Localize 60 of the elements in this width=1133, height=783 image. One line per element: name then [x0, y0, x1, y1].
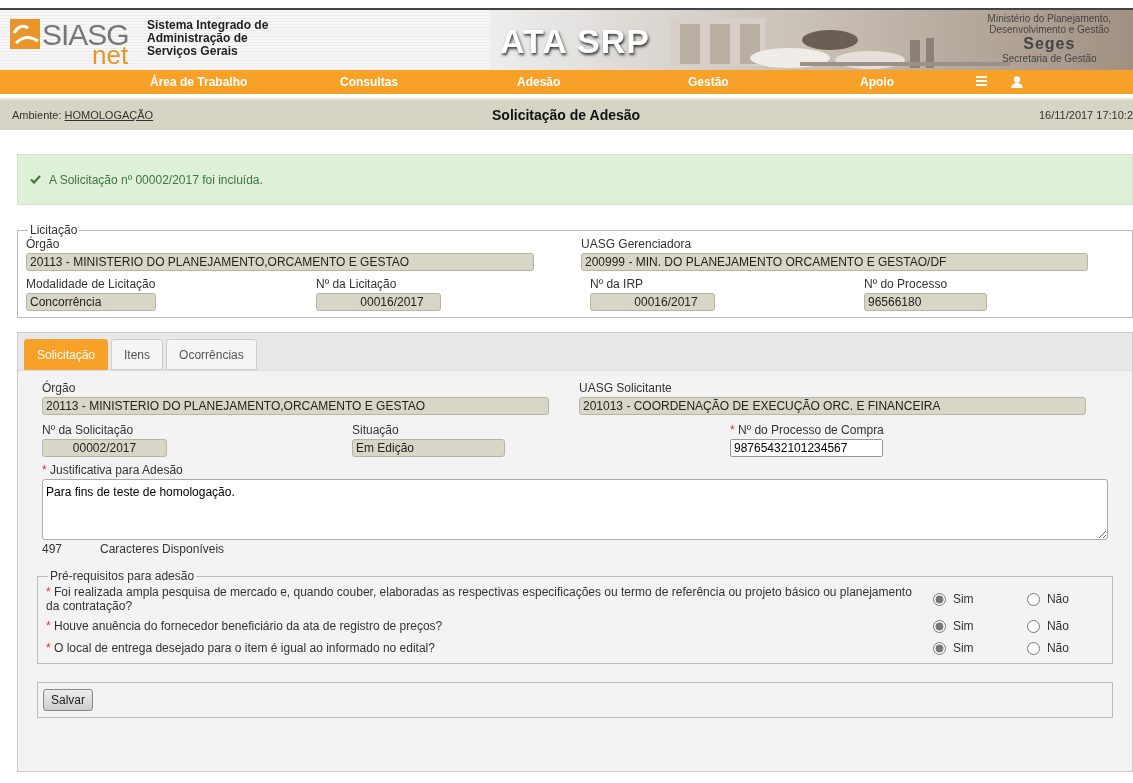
check-icon: [30, 175, 41, 184]
field-label: UASG Solicitante: [579, 381, 672, 395]
counter-label: Caracteres Disponíveis: [100, 543, 225, 555]
readonly-field: 20113 - MINISTERIO DO PLANEJAMENTO,ORCAMENTO E GESTAO: [42, 397, 549, 415]
readonly-field: 201013 - COORDENAÇÃO DE EXECUÇÃO ORC. E FINANCEIRA: [579, 397, 1086, 415]
datetime: 16/11/2017 17:10:2: [1039, 107, 1133, 123]
menu-icon[interactable]: [976, 76, 987, 86]
field-label: Nº da Licitação: [316, 277, 398, 291]
radio-label: Sim: [952, 618, 974, 635]
environment-label: Ambiente:: [12, 108, 62, 121]
radio-label: Não: [1046, 618, 1069, 635]
field-label: Situação: [352, 423, 399, 437]
character-count: 497: [42, 543, 64, 555]
readonly-field: 96566180: [864, 293, 987, 311]
text-area[interactable]: Para fins de teste de homologação.: [42, 479, 1108, 540]
question-text: * O local de entrega desejado para o item é igual ao informado no edital?: [46, 641, 436, 655]
radio-button[interactable]: [932, 619, 946, 633]
radio-button[interactable]: [1026, 592, 1040, 606]
ministry-name: Ministério do Planejamento, Desenvolvimento e Gestão: [987, 13, 1111, 35]
field-label: UASG Gerenciadora: [581, 237, 693, 251]
radio-label: Sim: [952, 640, 974, 657]
radio-button[interactable]: [1026, 619, 1040, 633]
readonly-field: 20113 - MINISTERIO DO PLANEJAMENTO,ORCAMENTO E GESTAO: [26, 253, 534, 271]
field-label: * Justificativa para Adesão: [42, 463, 183, 477]
field-label: Órgão: [42, 381, 76, 395]
text-field[interactable]: 98765432101234567: [730, 439, 883, 457]
environment-link[interactable]: HOMOLOGAÇÃO: [64, 108, 154, 121]
field-label: Modalidade de Licitação: [26, 277, 157, 291]
save-button[interactable]: Salvar: [43, 689, 93, 711]
readonly-field: 00016/2017: [316, 293, 441, 311]
field-label: Nº da IRP: [590, 277, 645, 291]
page-title: Solicitação de Adesão: [492, 106, 641, 123]
radio-label: Não: [1046, 591, 1069, 608]
radio-button[interactable]: [932, 641, 946, 655]
readonly-field: 200999 - MIN. DO PLANEJAMENTO ORCAMENTO E GESTAO/DF: [581, 253, 1088, 271]
user-icon[interactable]: [1011, 76, 1023, 88]
readonly-field: 00016/2017: [590, 293, 715, 311]
field-label: * Nº do Processo de Compra: [730, 423, 884, 437]
readonly-field: Concorrência: [26, 293, 156, 311]
question-text: * Foi realizada ampla pesquisa de mercado e, quando couber, elaboradas as respectivas especificações ou termo de referência ou projeto básico ou planejamento da contratação?: [46, 585, 913, 613]
tab[interactable]: Ocorrências: [166, 339, 257, 370]
field-label: Nº do Processo: [864, 277, 949, 291]
field-label: Órgão: [26, 237, 60, 251]
readonly-field: Em Edição: [352, 439, 505, 457]
field-label: Nº da Solicitação: [42, 423, 134, 437]
alert-message: A Solicitação nº 00002/2017 foi incluída.: [49, 171, 263, 189]
unit-acronym: Seges: [1022, 35, 1077, 53]
banner-title: ATA SRP: [500, 24, 650, 58]
readonly-field: 00002/2017: [42, 439, 167, 457]
tab[interactable]: Itens: [111, 339, 164, 370]
section-legend: Licitação: [28, 223, 80, 237]
radio-button[interactable]: [1026, 641, 1040, 655]
section-legend: Pré-requisitos para adesão: [48, 569, 197, 583]
radio-label: Sim: [952, 591, 974, 608]
logo-icon: [10, 19, 40, 49]
question-text: * Houve anuência do fornecedor beneficiário da ata de registro de preços?: [46, 619, 444, 633]
radio-button[interactable]: [932, 592, 946, 606]
unit-name: Secretaria de Gestão: [1001, 53, 1098, 64]
system-name: Sistema Integrado de Administração de Serviços Gerais: [147, 19, 269, 58]
radio-label: Não: [1046, 640, 1069, 657]
